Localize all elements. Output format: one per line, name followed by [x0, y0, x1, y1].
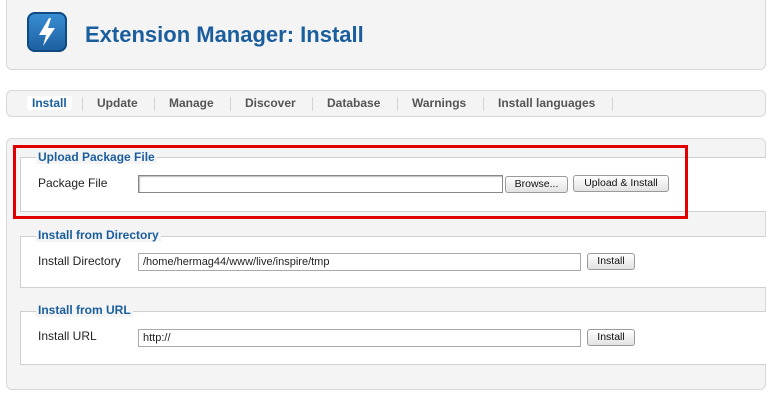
- tab-install[interactable]: Install: [27, 96, 72, 110]
- lightning-bolt-icon: [27, 12, 67, 52]
- install-directory-legend: Install from Directory: [36, 228, 161, 242]
- tab-divider: [154, 97, 155, 111]
- install-url-label: Install URL: [38, 329, 97, 343]
- page-title: Extension Manager: Install: [85, 22, 364, 47]
- tab-divider: [612, 97, 613, 111]
- install-url-legend: Install from URL: [36, 303, 133, 317]
- tab-install-languages[interactable]: Install languages: [498, 96, 595, 110]
- tab-manage[interactable]: Manage: [169, 96, 214, 110]
- tab-update[interactable]: Update: [97, 96, 138, 110]
- tab-warnings[interactable]: Warnings: [412, 96, 466, 110]
- install-directory-input[interactable]: /home/hermag44/www/live/inspire/tmp: [138, 253, 581, 271]
- install-url-input[interactable]: http://: [138, 329, 581, 347]
- tab-divider: [483, 97, 484, 111]
- tab-divider: [397, 97, 398, 111]
- tab-divider: [230, 97, 231, 111]
- install-url-button[interactable]: Install: [587, 329, 635, 346]
- page-header: Extension Manager: Install: [6, 0, 766, 70]
- tab-discover[interactable]: Discover: [245, 96, 296, 110]
- tab-divider: [82, 97, 83, 111]
- tab-divider: [312, 97, 313, 111]
- install-directory-label: Install Directory: [38, 254, 121, 268]
- tab-database[interactable]: Database: [327, 96, 380, 110]
- tab-bar: Install Update Manage Discover Database …: [6, 90, 766, 117]
- install-directory-button[interactable]: Install: [587, 253, 635, 270]
- highlight-box: [13, 145, 688, 219]
